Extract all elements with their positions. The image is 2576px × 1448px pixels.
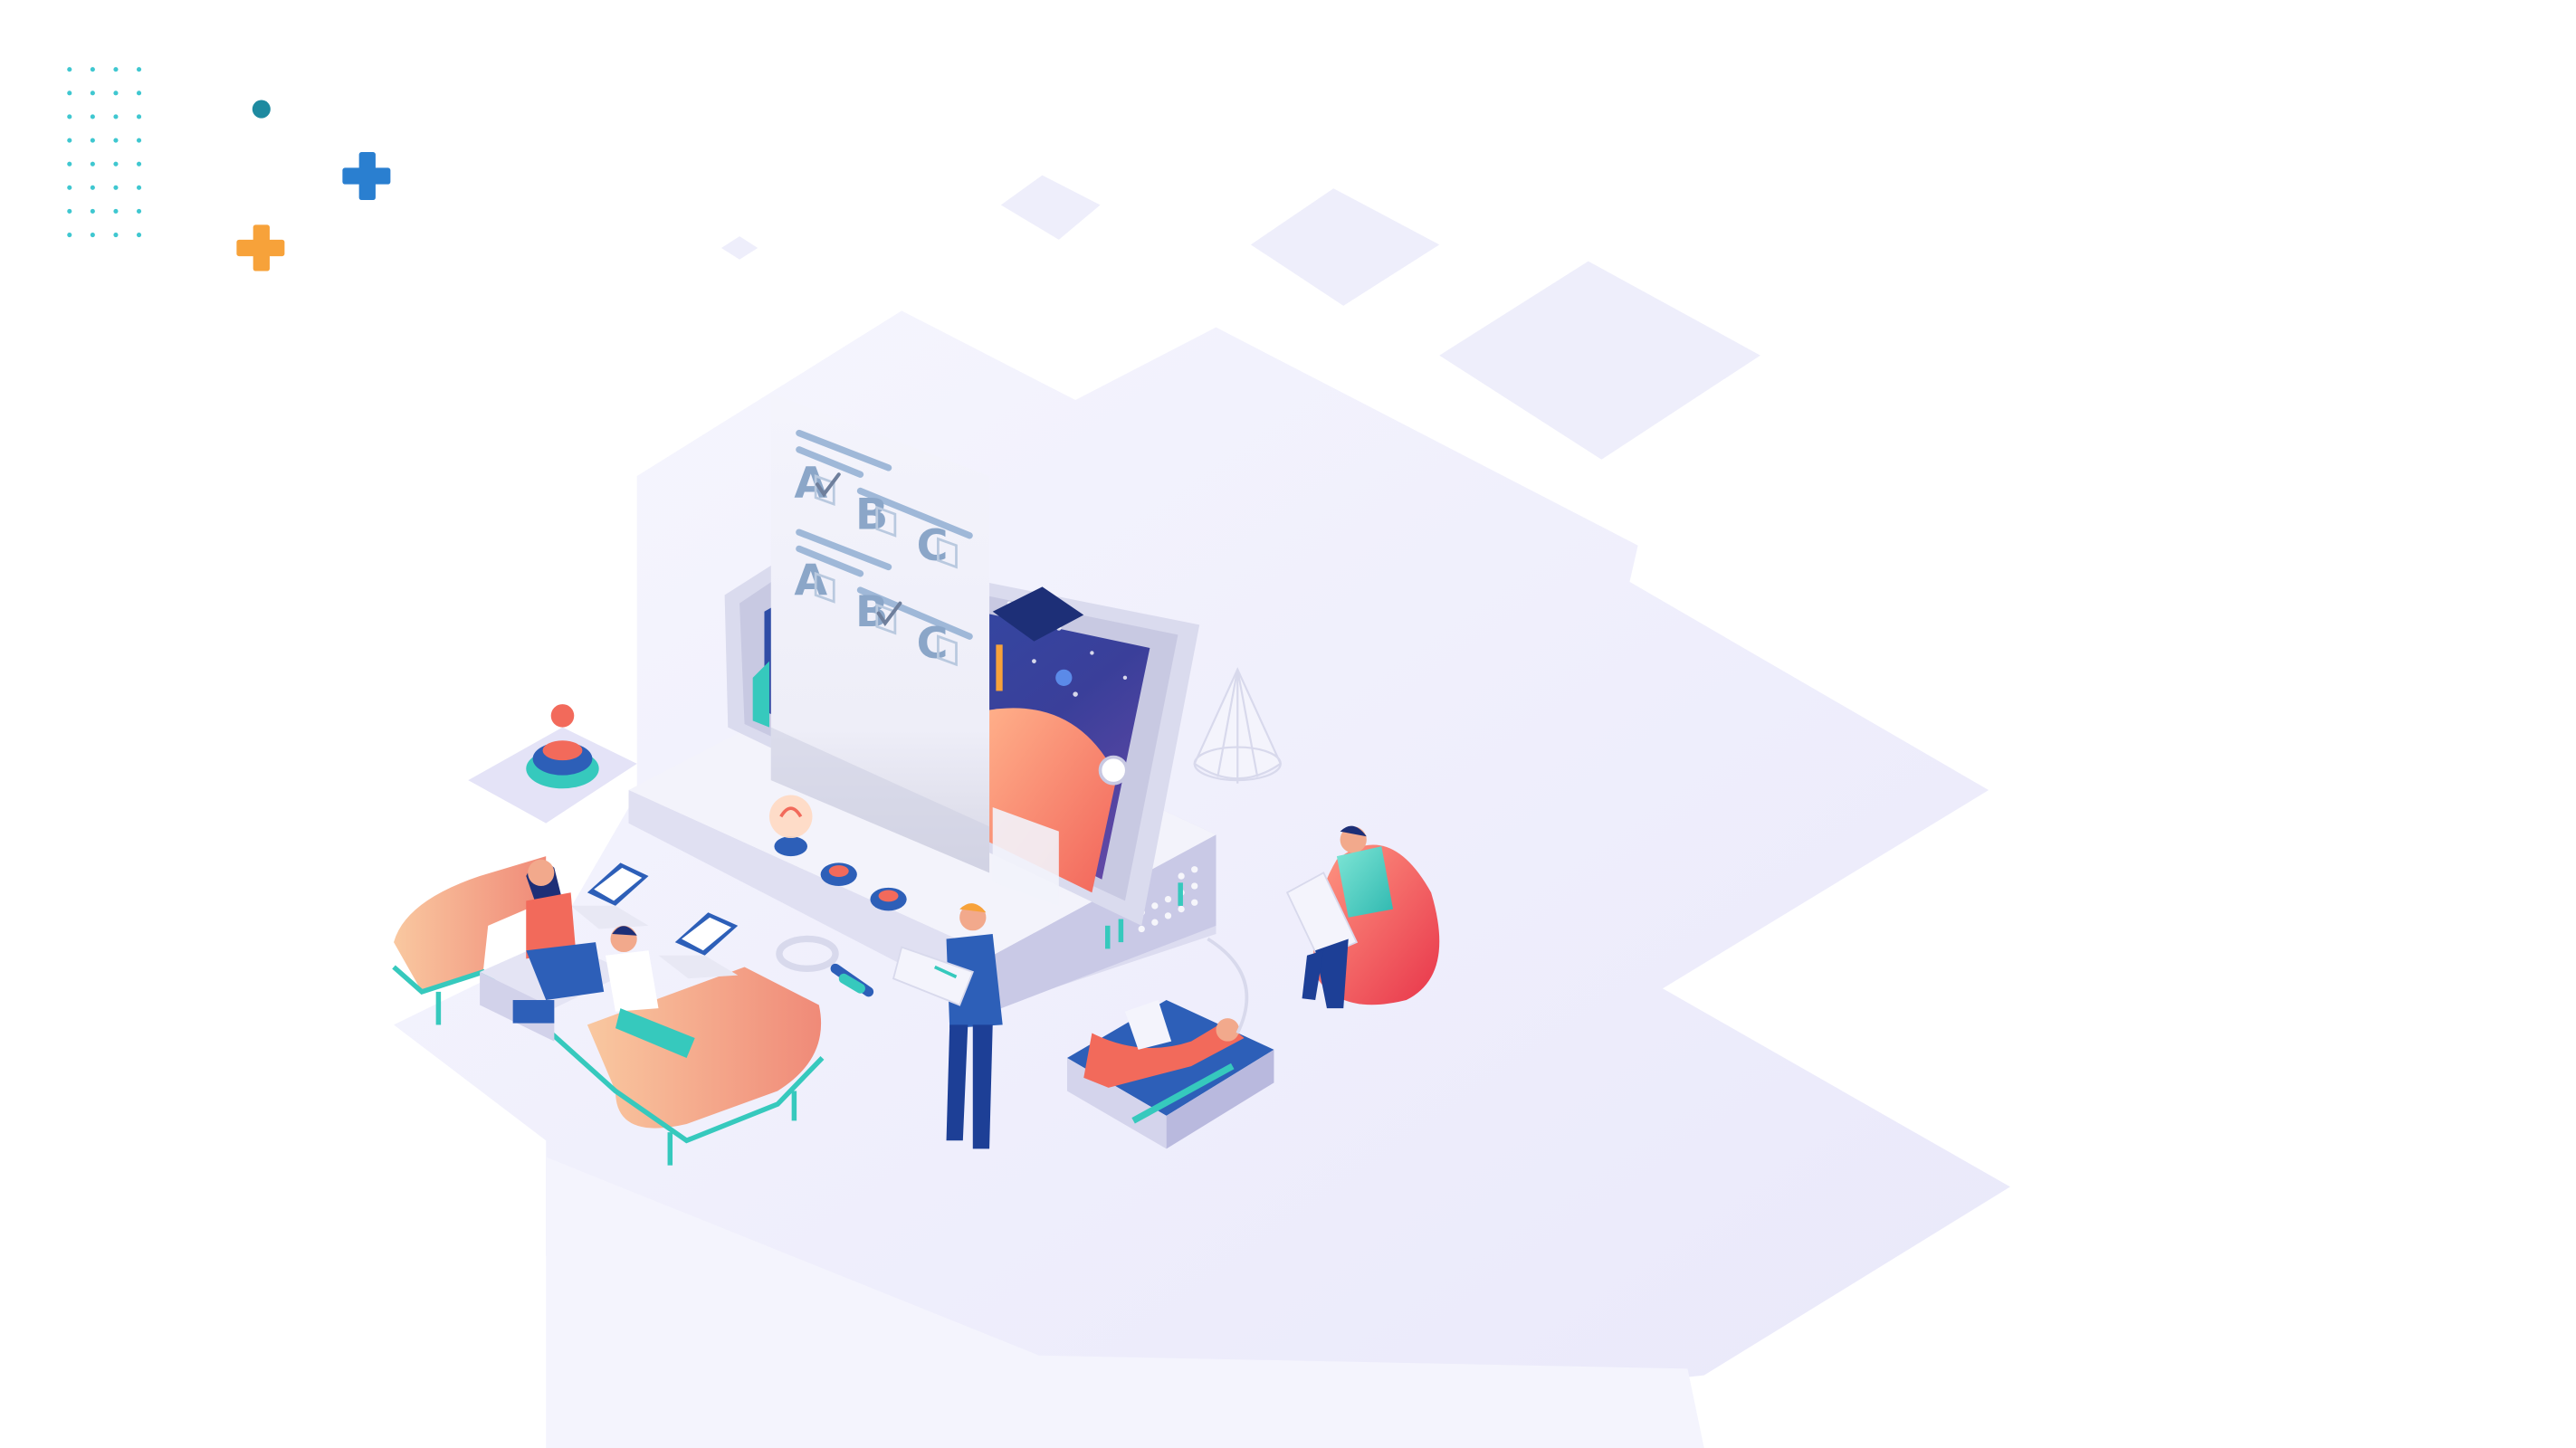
dot-decoration xyxy=(252,100,271,119)
grid-dot xyxy=(136,232,142,238)
moon-illustration xyxy=(1055,669,1073,686)
grid-dot xyxy=(113,185,119,190)
grid-dot xyxy=(90,138,95,143)
grid-dot xyxy=(113,114,119,119)
grid-dot xyxy=(67,90,72,96)
grid-dot xyxy=(67,161,72,167)
grid-dot xyxy=(90,185,95,190)
red-button-pedestal xyxy=(468,704,637,824)
grid-dot xyxy=(67,208,72,214)
grid-dot xyxy=(136,114,142,119)
grid-dot xyxy=(113,90,119,96)
grid-dot xyxy=(136,90,142,96)
grid-dot xyxy=(113,232,119,238)
grid-dot xyxy=(113,208,119,214)
grid-dot xyxy=(136,185,142,190)
dot-grid-decoration xyxy=(67,67,142,238)
grid-dot xyxy=(90,161,95,167)
plus-icon xyxy=(342,152,391,201)
grid-dot xyxy=(113,67,119,72)
grid-dot xyxy=(136,67,142,72)
grid-dot xyxy=(67,138,72,143)
grid-dot xyxy=(90,114,95,119)
quiz-option-letter: C xyxy=(917,619,949,669)
grid-dot xyxy=(67,232,72,238)
quiz-option-letter: C xyxy=(917,521,949,571)
grid-dot xyxy=(90,232,95,238)
grid-dot xyxy=(136,161,142,167)
grid-dot xyxy=(90,208,95,214)
grid-dot xyxy=(113,161,119,167)
grid-dot xyxy=(113,138,119,143)
grid-dot xyxy=(67,67,72,72)
grid-dot xyxy=(90,90,95,96)
dock-button xyxy=(870,887,907,911)
dock-button xyxy=(820,862,857,886)
grid-dot xyxy=(136,138,142,143)
grid-dot xyxy=(90,67,95,72)
grid-dot xyxy=(67,185,72,190)
illustration-canvas: ABCABC xyxy=(0,0,2576,1448)
plus-icon xyxy=(236,224,285,272)
home-button xyxy=(1098,755,1129,786)
lightbulb-icon xyxy=(768,795,813,857)
grid-dot xyxy=(136,208,142,214)
grid-dot xyxy=(67,114,72,119)
isometric-education-illustration: ABCABC xyxy=(67,67,2010,1448)
